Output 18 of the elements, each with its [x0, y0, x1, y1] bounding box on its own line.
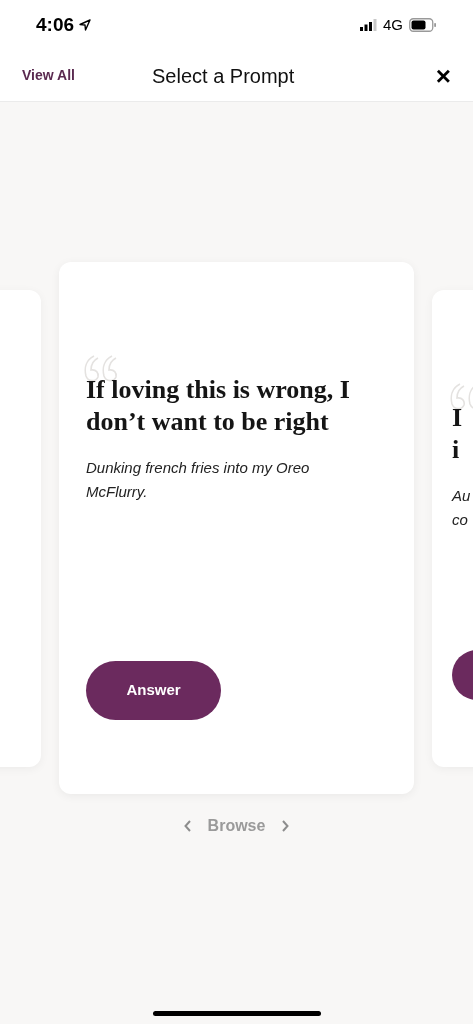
prompt-card[interactable]: I i Au co [432, 289, 473, 767]
view-all-link[interactable]: View All [22, 65, 75, 86]
answer-button[interactable]: Answer [86, 661, 221, 720]
prompt-card[interactable]: If loving this is wrong, I don’t want to be right Dunking french fries into my Oreo McFlurry. Answer [59, 262, 414, 794]
browse-label: Browse [207, 816, 266, 836]
prompt-example: Dunking french fries into my Oreo McFlurry. [86, 458, 311, 502]
signal-icon [360, 19, 378, 31]
page-title: Select a Prompt [152, 63, 295, 89]
chevron-left-icon[interactable] [183, 820, 192, 832]
battery-icon [409, 18, 437, 32]
chevron-right-icon[interactable] [281, 820, 290, 832]
prompt-title: If loving this is wrong, I don’t want to be right [86, 374, 351, 438]
prompt-example: Au co [452, 485, 472, 530]
network-label: 4G [383, 14, 403, 35]
prompt-title: I i [452, 401, 464, 466]
close-button[interactable]: × [435, 62, 451, 89]
status-time: 4:06 [36, 12, 75, 37]
location-arrow-icon [79, 19, 92, 31]
